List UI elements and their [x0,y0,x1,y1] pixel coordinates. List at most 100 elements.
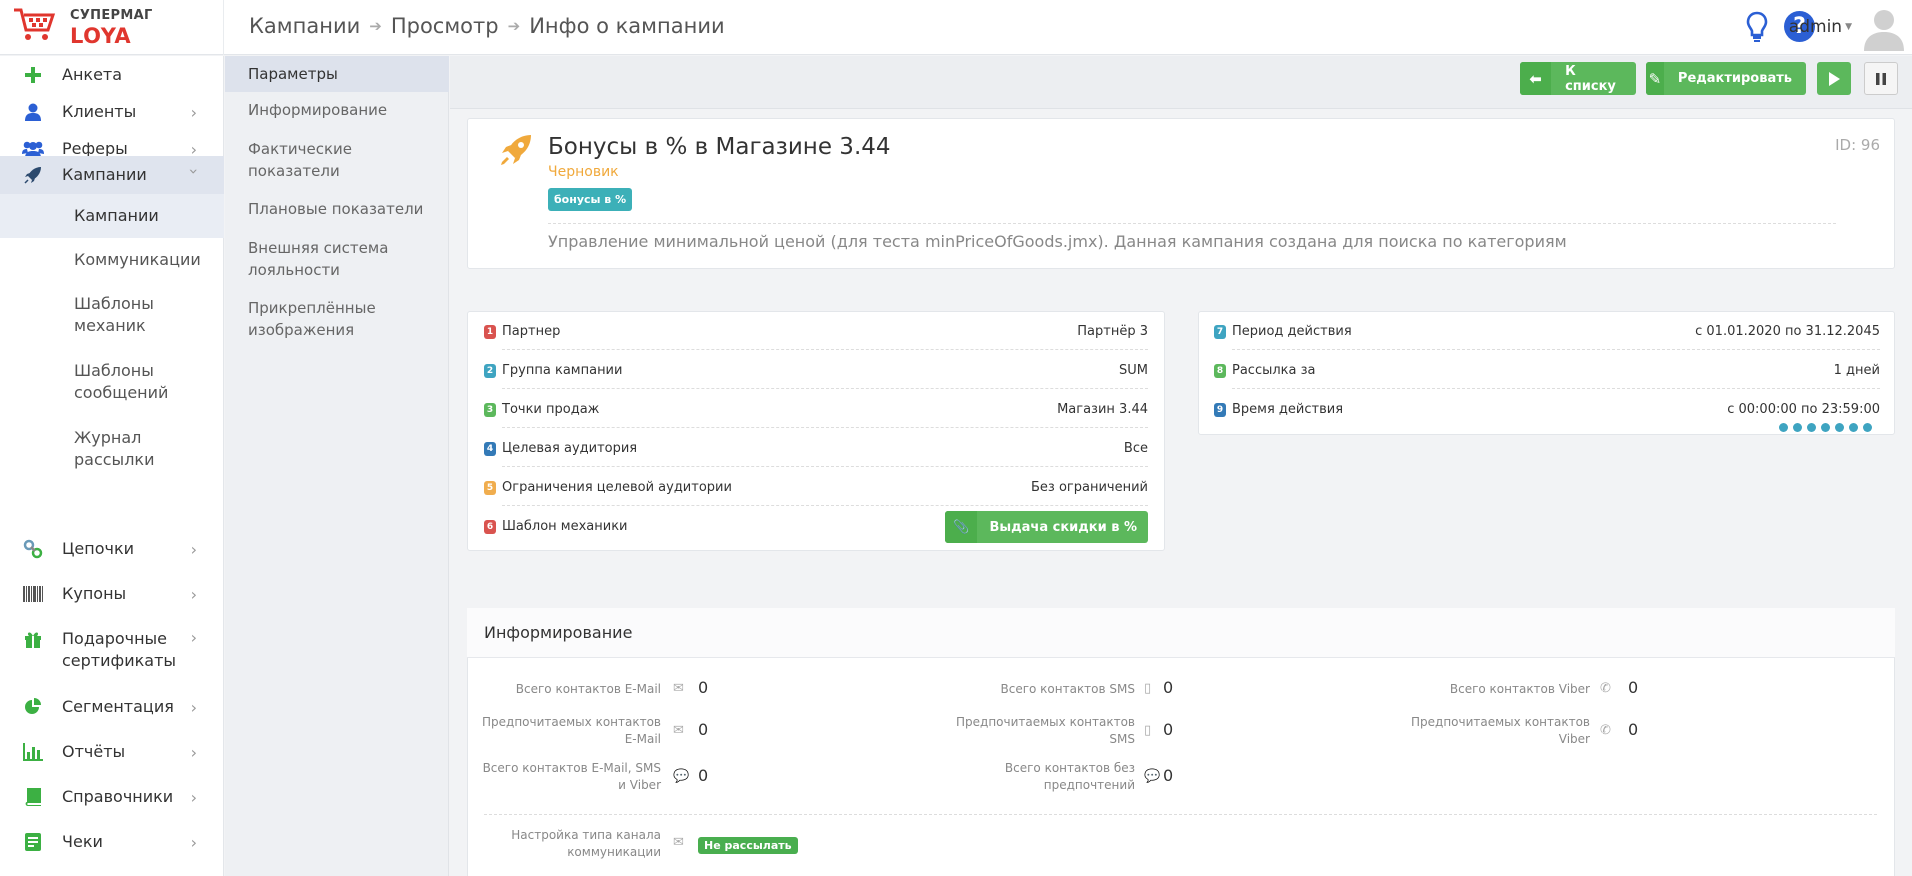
sidebar-subitem-mailing-log[interactable]: Журнал рассылки [0,416,224,482]
chevron-right-icon: › [190,628,197,647]
param-number-badge: 3 [484,403,496,417]
divider [1232,388,1880,389]
sidebar-subitem-mechanic-templates[interactable]: Шаблоны механик [0,282,224,348]
contact-stat-label: Всего контактов Viber [1449,682,1590,696]
weekday-dot [1807,423,1816,432]
rocket-icon [501,135,531,165]
param-label: Точки продаж [502,402,600,417]
contact-stat-label: Всего контактов SMS [1000,682,1135,696]
weekday-dot [1835,423,1844,432]
param-label: Партнер [502,324,561,339]
edit-button[interactable]: ✎ Редактировать [1646,62,1806,95]
sidebar-subitem-label: Коммуникации [74,250,201,269]
app-logo[interactable]: СУПЕРМАГ LOYA [0,0,224,55]
param-row: 7 Период действия с 01.01.2020 по 31.12.20… [1214,312,1880,350]
sidebar-subitem-communications[interactable]: Коммуникации [0,238,224,282]
contact-stat-label: Предпочитаемых контактов E-Mail [482,715,661,746]
param-number-badge: 5 [484,481,496,495]
param-value: Без ограничений [1031,480,1148,495]
sidebar-subitem-campaigns[interactable]: Кампании [0,194,224,238]
sidebar-subitem-label: Шаблоны сообщений [74,361,169,402]
section-nav: Параметры Информирование Фактические пок… [225,56,449,876]
sidebar-item-chains[interactable]: Цепочки › [0,538,224,560]
breadcrumb-view[interactable]: Просмотр [391,14,499,38]
chevron-right-icon: › [190,742,197,762]
user-menu[interactable]: admin ▼ [1789,17,1852,37]
section-nav-label: Внешняя система лояльности [248,239,389,279]
mechanic-template-button[interactable]: 📎 Выдача скидки в % [945,511,1148,543]
mechanic-template-label: Выдача скидки в % [989,519,1137,535]
envelope-icon: ✉ [673,723,684,738]
section-nav-informing[interactable]: Информирование [225,92,449,130]
sidebar-subitem-message-templates[interactable]: Шаблоны сообщений [0,349,224,415]
param-row: 5 Ограничения целевой аудитории Без ограни… [484,468,1148,506]
sidebar-item-receipts[interactable]: Чеки › [0,831,224,853]
edit-label: Редактировать [1677,71,1792,86]
brand-bottom: LOYA [70,24,132,48]
envelope-icon: ✉ [673,835,684,850]
section-nav-external-loyalty[interactable]: Внешняя система лояльности [225,237,449,289]
channel-type-label: Настройка типа канала коммуникации [511,828,661,859]
sidebar-item-campaigns[interactable]: Кампании › [0,156,224,194]
arrow-right-icon: ➔ [507,17,521,35]
campaign-tag-badge: бонусы в % [548,188,633,211]
divider [502,349,1148,350]
breadcrumb-current: Инфо о кампании [529,14,725,38]
param-number-badge: 9 [1214,403,1226,417]
sidebar-item-label: Клиенты [62,102,137,121]
contact-stat-label: Всего контактов E-Mail, SMS и Viber [482,761,661,792]
param-row: 9 Время действия с 00:00:00 по 23:59:00 [1214,390,1880,432]
weekday-dot [1849,423,1858,432]
param-value: SUM [1119,363,1148,378]
sidebar-item-label: Анкета [62,65,123,84]
section-nav-label: Фактические показатели [248,140,353,180]
divider [502,466,1148,467]
param-label: Группа кампании [502,363,623,378]
sidebar-item-clients[interactable]: Клиенты › [0,101,224,123]
sidebar-item-coupons[interactable]: Купоны › [0,583,224,605]
sidebar-item-label: Сегментация [62,697,174,716]
lightbulb-icon[interactable] [1746,11,1768,43]
param-label: Период действия [1232,324,1352,339]
param-number-badge: 4 [484,442,496,456]
weekday-dot [1779,423,1788,432]
chevron-right-icon: › [190,832,197,852]
section-nav-actual-metrics[interactable]: Фактические показатели [225,138,449,190]
section-nav-label: Плановые показатели [248,200,424,218]
caret-down-icon: ▼ [1845,22,1852,32]
chevron-right-icon: › [190,539,197,559]
sidebar-item-gift-certificates[interactable]: Подарочные сертификаты › [0,628,224,672]
arrow-right-icon: ➔ [369,17,382,35]
section-nav-attached-images[interactable]: Прикреплённые изображения [225,297,449,349]
divider [502,388,1148,389]
chevron-down-icon: › [184,168,204,175]
contact-stat-label: Всего контактов без предпочтений [1004,761,1135,792]
sidebar-item-questionnaire[interactable]: Анкета [0,64,224,86]
section-nav-planned-metrics[interactable]: Плановые показатели [225,198,449,228]
chat-icon: 💬 [673,769,690,784]
campaign-id: ID: 96 [1835,136,1880,154]
user-icon [22,101,44,123]
rocket-icon [22,164,44,186]
start-button[interactable] [1817,62,1851,95]
sidebar-item-segmentation[interactable]: Сегментация › [0,696,224,718]
breadcrumb-campaigns[interactable]: Кампании [249,14,360,38]
contact-stat-label: Всего контактов E-Mail [515,682,661,696]
sidebar-item-reports[interactable]: Отчёты › [0,741,224,763]
param-label: Ограничения целевой аудитории [502,480,732,495]
sidebar-subitem-label: Шаблоны механик [74,294,154,335]
param-row: 2 Группа кампании SUM [484,351,1148,389]
avatar[interactable] [1860,3,1908,51]
channel-type-badge[interactable]: Не рассылать [698,837,798,854]
campaign-status: Черновик [548,164,619,180]
back-to-list-label: К списку [1565,63,1616,94]
contact-stat-value: 0 [1628,678,1639,697]
back-to-list-button[interactable]: ⬅ К списку [1520,62,1636,95]
section-nav-label: Параметры [248,65,338,83]
param-value: с 00:00:00 по 23:59:00 [1727,402,1880,417]
sidebar-item-references[interactable]: Справочники › [0,786,224,808]
section-nav-parameters[interactable]: Параметры [225,56,449,92]
pause-icon [1876,72,1886,85]
pause-button[interactable] [1864,62,1898,95]
weekday-dots [1779,423,1872,432]
